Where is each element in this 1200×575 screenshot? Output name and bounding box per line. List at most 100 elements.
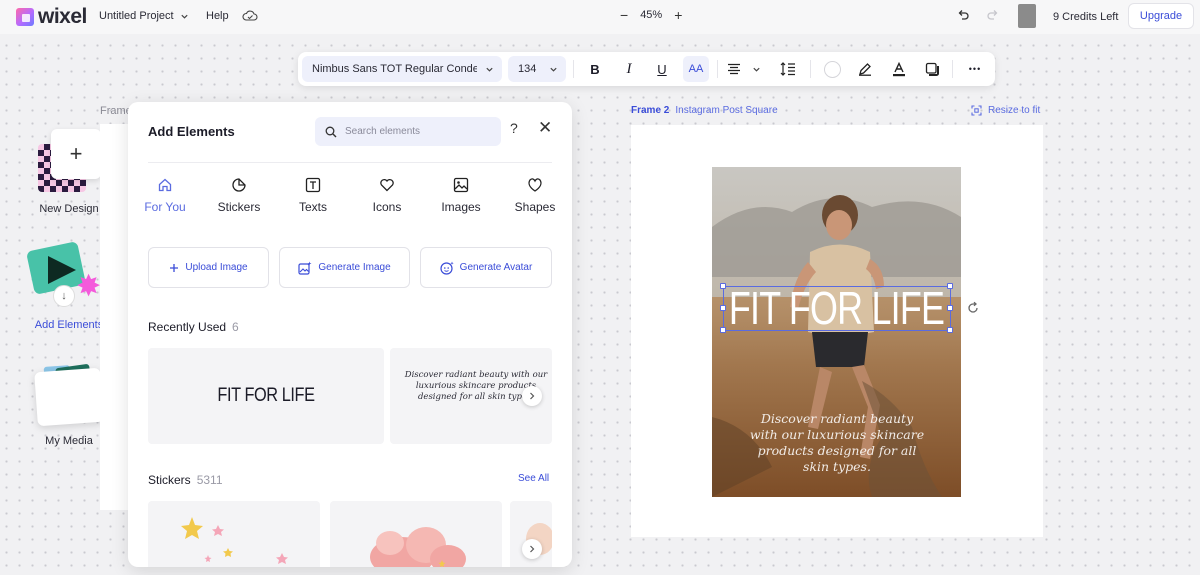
resize-icon — [971, 105, 982, 116]
resize-handle[interactable] — [947, 305, 953, 311]
search-input[interactable] — [345, 126, 485, 137]
rotate-handle[interactable] — [966, 301, 982, 317]
logo-text: wixel — [38, 5, 87, 28]
my-media-thumbnail[interactable] — [34, 367, 104, 427]
stars-sticker-icon — [181, 517, 288, 564]
frame1-canvas[interactable] — [100, 124, 130, 510]
rotate-icon — [968, 301, 978, 313]
spacing-button[interactable] — [775, 56, 801, 82]
resize-handle[interactable] — [947, 327, 953, 333]
resize-to-fit-button[interactable]: Resize to fit — [971, 105, 1040, 116]
cloud-sticker-icon — [370, 527, 466, 567]
sticker-icon — [232, 178, 246, 192]
page-thumbnail[interactable] — [1018, 4, 1036, 28]
font-size-select[interactable]: 134 — [508, 56, 566, 82]
panel-divider — [148, 162, 552, 163]
logo-mark-icon — [16, 8, 34, 26]
selection-box — [723, 286, 951, 331]
help-button[interactable]: ? — [510, 120, 518, 136]
font-color-icon — [893, 61, 905, 76]
recently-used-heading: Recently Used 6 — [148, 320, 239, 334]
highlight-button[interactable] — [852, 56, 878, 82]
shadow-icon — [925, 62, 939, 76]
stickers-heading: Stickers 5311 — [148, 473, 223, 487]
my-media-label[interactable]: My Media — [34, 435, 104, 447]
close-button[interactable]: ✕ — [538, 118, 552, 138]
align-center-button[interactable] — [721, 56, 747, 82]
undo-icon[interactable] — [956, 8, 970, 22]
frame2-type: Instagram Post Square — [675, 105, 778, 116]
more-options-button[interactable]: ••• — [962, 56, 988, 82]
tab-images[interactable]: Images — [438, 176, 484, 214]
underline-button[interactable]: U — [649, 56, 675, 82]
project-name: Untitled Project — [99, 10, 174, 22]
tab-label: Images — [441, 200, 481, 214]
resize-label: Resize to fit — [988, 105, 1041, 116]
recent-item-fit-for-life[interactable]: FIT FOR LIFE — [148, 348, 384, 444]
chevron-down-icon — [486, 67, 493, 72]
frame2-label[interactable]: Frame 2 Instagram Post Square — [631, 105, 778, 116]
canvas-body-quote[interactable]: Discover radiant beauty with our luxurio… — [748, 411, 926, 475]
home-icon — [158, 178, 172, 192]
font-family-select[interactable]: Nimbus Sans TOT Regular Condens — [302, 56, 502, 82]
recently-used-title: Recently Used — [148, 320, 227, 334]
help-menu[interactable]: Help — [206, 10, 229, 22]
plus-icon — [170, 263, 179, 272]
bold-button[interactable]: B — [582, 56, 608, 82]
generate-image-button[interactable]: Generate Image — [279, 247, 410, 288]
toolbar-divider — [717, 60, 718, 78]
generate-avatar-label: Generate Avatar — [459, 262, 533, 273]
align-center-icon — [728, 63, 740, 75]
upgrade-button[interactable]: Upgrade — [1128, 3, 1194, 29]
generate-avatar-button[interactable]: Generate Avatar — [420, 247, 552, 288]
resize-handle[interactable] — [947, 283, 953, 289]
panel-title: Add Elements — [148, 124, 235, 139]
new-design-label[interactable]: New Design — [34, 203, 104, 215]
search-box[interactable] — [315, 117, 501, 146]
font-size-value: 134 — [518, 63, 537, 75]
align-dropdown-button[interactable] — [748, 56, 764, 82]
text-case-button[interactable]: AA — [683, 56, 709, 82]
upload-image-label: Upload Image — [185, 262, 248, 273]
new-design-button[interactable]: + — [51, 129, 101, 179]
italic-button[interactable]: I — [616, 56, 642, 82]
plus-icon: + — [69, 141, 83, 166]
frame1-label[interactable]: Frame — [100, 105, 132, 117]
tab-stickers[interactable]: Stickers — [214, 176, 264, 214]
image-icon — [453, 177, 469, 193]
project-name-menu[interactable]: Untitled Project — [99, 10, 189, 22]
text-color-swatch[interactable] — [819, 56, 845, 82]
sticker-cloud[interactable] — [330, 501, 502, 567]
sticker-stars[interactable] — [148, 501, 320, 567]
zoom-out-button[interactable]: − — [620, 8, 628, 22]
shadow-button[interactable] — [919, 56, 945, 82]
see-all-link[interactable]: See All — [518, 473, 549, 484]
zoom-level[interactable]: 45% — [640, 9, 662, 21]
resize-handle[interactable] — [720, 305, 726, 311]
wixel-logo[interactable]: wixel — [16, 5, 87, 28]
recently-used-count: 6 — [232, 320, 239, 334]
tab-shapes[interactable]: Shapes — [512, 176, 558, 214]
tab-label: For You — [144, 200, 186, 214]
recent-next-button[interactable] — [522, 386, 542, 406]
pen-icon — [859, 63, 871, 76]
frame2-name: Frame 2 — [631, 105, 670, 116]
chevron-down-icon — [550, 67, 557, 72]
add-elements-label[interactable]: Add Elements — [30, 319, 108, 331]
tab-texts[interactable]: Texts — [293, 176, 333, 214]
upload-image-button[interactable]: Upload Image — [148, 247, 269, 288]
cloud-sync-icon[interactable] — [242, 9, 258, 23]
recent-item-fit-text: FIT FOR LIFE — [217, 385, 315, 406]
text-icon — [305, 177, 321, 193]
tab-icons[interactable]: Icons — [367, 176, 407, 214]
add-elements-panel: Add Elements ? ✕ For You Stickers Texts … — [128, 102, 572, 567]
zoom-in-button[interactable]: + — [674, 8, 682, 22]
resize-handle[interactable] — [720, 283, 726, 289]
tab-for-you[interactable]: For You — [142, 176, 188, 214]
stickers-count: 5311 — [196, 473, 223, 487]
redo-icon[interactable] — [986, 8, 1000, 22]
text-fill-button[interactable] — [886, 56, 912, 82]
stickers-next-button[interactable] — [522, 539, 542, 559]
resize-handle[interactable] — [720, 327, 726, 333]
stickers-title: Stickers — [148, 473, 191, 487]
